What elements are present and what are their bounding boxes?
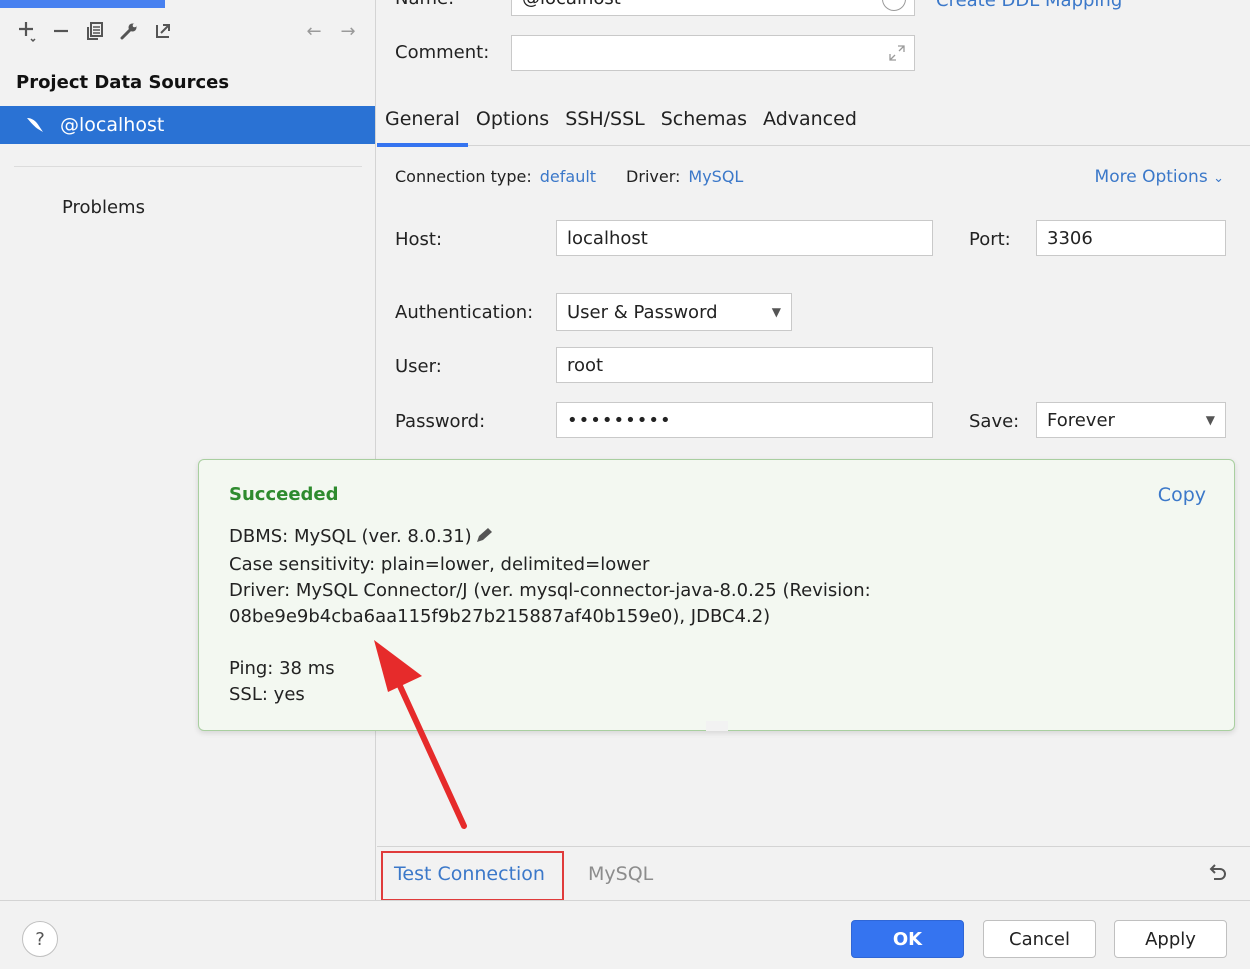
revert-icon[interactable] bbox=[1206, 862, 1228, 889]
ssl-line: SSL: yes bbox=[229, 684, 305, 705]
tab-general[interactable]: General bbox=[377, 104, 468, 147]
authentication-select[interactable]: User & Password ▼ bbox=[556, 293, 792, 331]
back-arrow-glyph: ← bbox=[306, 20, 322, 42]
sources-toolbar: ← → bbox=[12, 16, 367, 46]
port-input[interactable]: 3306 bbox=[1036, 220, 1226, 256]
ping-line: Ping: 38 ms bbox=[229, 658, 335, 679]
authentication-label: Authentication: bbox=[395, 302, 534, 323]
problems-item[interactable]: Problems bbox=[62, 197, 145, 218]
popup-pointer bbox=[706, 721, 728, 731]
forward-arrow-icon[interactable]: → bbox=[333, 16, 363, 46]
name-value: @localhost bbox=[522, 0, 621, 9]
mysql-dolphin-icon bbox=[24, 114, 46, 136]
add-icon[interactable] bbox=[12, 16, 42, 46]
color-picker-circle[interactable] bbox=[882, 0, 906, 11]
password-input[interactable]: ••••••••• bbox=[556, 402, 933, 438]
data-source-settings-panel: Name: @localhost Create DDL Mapping Comm… bbox=[377, 0, 1250, 901]
cancel-button[interactable]: Cancel bbox=[983, 920, 1096, 958]
driver-status-label: MySQL bbox=[588, 863, 654, 885]
tab-advanced[interactable]: Advanced bbox=[755, 104, 865, 146]
help-button[interactable]: ? bbox=[22, 921, 58, 957]
ok-button[interactable]: OK bbox=[851, 920, 964, 958]
scroll-indicator bbox=[0, 0, 165, 8]
copy-link[interactable]: Copy bbox=[1158, 484, 1206, 506]
driver-line-1: Driver: MySQL Connector/J (ver. mysql-co… bbox=[229, 580, 871, 601]
comment-input[interactable] bbox=[511, 35, 915, 71]
dropdown-arrow-icon: ▼ bbox=[771, 305, 781, 319]
name-input[interactable]: @localhost bbox=[511, 0, 915, 16]
host-label: Host: bbox=[395, 229, 443, 250]
port-label: Port: bbox=[969, 229, 1011, 250]
driver-line-2: 08be9e9b4cba6aa115f9b27b215887af40b159e0… bbox=[229, 606, 771, 627]
save-value: Forever bbox=[1047, 409, 1115, 431]
duplicate-icon[interactable] bbox=[80, 16, 110, 46]
popup-status-title: Succeeded bbox=[229, 484, 339, 505]
test-connection-result-popup: Succeeded Copy DBMS: MySQL (ver. 8.0.31)… bbox=[198, 459, 1235, 731]
data-sources-panel: ← → Project Data Sources @localhost Prob… bbox=[0, 0, 376, 900]
password-label: Password: bbox=[395, 411, 486, 432]
dbms-line: DBMS: MySQL (ver. 8.0.31) bbox=[229, 524, 871, 552]
settings-tabs: General Options SSH/SSL Schemas Advanced bbox=[377, 104, 1250, 147]
popup-details: DBMS: MySQL (ver. 8.0.31) Case sensitivi… bbox=[229, 524, 871, 708]
apply-button[interactable]: Apply bbox=[1114, 920, 1227, 958]
dropdown-arrow-icon: ▼ bbox=[1205, 413, 1215, 427]
tab-ssh-ssl[interactable]: SSH/SSL bbox=[557, 104, 653, 146]
data-source-item-localhost[interactable]: @localhost bbox=[0, 106, 375, 144]
driver-label: Driver: bbox=[626, 167, 681, 186]
bottom-separator bbox=[377, 846, 1250, 847]
user-input[interactable]: root bbox=[556, 347, 933, 383]
authentication-value: User & Password bbox=[567, 301, 718, 323]
tab-options[interactable]: Options bbox=[468, 104, 557, 146]
jump-to-icon[interactable] bbox=[148, 16, 178, 46]
tab-schemas[interactable]: Schemas bbox=[653, 104, 755, 146]
comment-label: Comment: bbox=[395, 42, 490, 63]
user-label: User: bbox=[395, 356, 442, 377]
expand-icon[interactable] bbox=[888, 44, 906, 67]
chevron-down-icon: ⌄ bbox=[1213, 171, 1224, 186]
project-data-sources-heading: Project Data Sources bbox=[16, 72, 230, 93]
pencil-icon[interactable] bbox=[474, 526, 494, 552]
forward-arrow-glyph: → bbox=[340, 20, 356, 42]
test-connection-link[interactable]: Test Connection bbox=[394, 863, 545, 885]
data-source-label: @localhost bbox=[60, 114, 165, 136]
save-label: Save: bbox=[969, 411, 1020, 432]
section-divider bbox=[14, 166, 362, 167]
more-options-dropdown[interactable]: More Options ⌄ bbox=[1095, 167, 1224, 187]
dbms-text: DBMS: MySQL (ver. 8.0.31) bbox=[229, 526, 472, 547]
driver-link[interactable]: MySQL bbox=[688, 167, 743, 186]
connection-type-link[interactable]: default bbox=[540, 167, 596, 186]
name-label: Name: bbox=[395, 0, 454, 9]
connection-type-label: Connection type: bbox=[395, 167, 532, 186]
back-arrow-icon[interactable]: ← bbox=[299, 16, 329, 46]
save-password-select[interactable]: Forever ▼ bbox=[1036, 402, 1226, 438]
case-sensitivity-line: Case sensitivity: plain=lower, delimited… bbox=[229, 554, 650, 575]
more-options-label: More Options bbox=[1094, 167, 1208, 187]
wrench-icon[interactable] bbox=[114, 16, 144, 46]
connection-info-row: Connection type: default Driver: MySQL bbox=[395, 167, 743, 186]
red-arrow-annotation bbox=[374, 640, 467, 829]
dialog-footer: ? OK Cancel Apply bbox=[0, 900, 1250, 969]
create-ddl-mapping-link[interactable]: Create DDL Mapping bbox=[936, 0, 1122, 11]
host-input[interactable]: localhost bbox=[556, 220, 933, 256]
remove-icon[interactable] bbox=[46, 16, 76, 46]
